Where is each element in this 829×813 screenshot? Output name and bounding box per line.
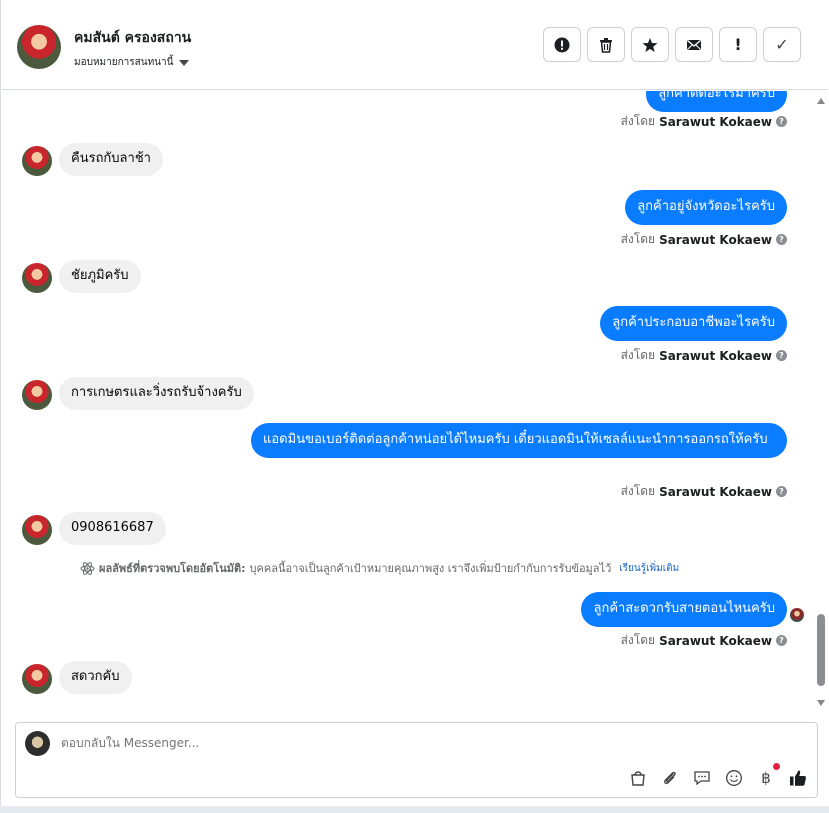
atom-icon: [80, 561, 95, 575]
incoming-message: การเกษตรและวิ่งรถรับจ้างครับ: [59, 377, 254, 410]
contact-avatar-small: [22, 146, 52, 176]
sent-by-agent: Sarawut Kokaew: [659, 633, 772, 648]
attachment-icon: [664, 771, 676, 785]
sent-by-label: ส่งโดย Sarawut Kokaew ?: [621, 112, 787, 131]
contact-avatar-small: [22, 664, 52, 694]
sent-by-agent: Sarawut Kokaew: [659, 232, 772, 247]
assign-label: มอบหมายการสนทนานี้: [74, 57, 174, 68]
seen-avatar: [790, 608, 804, 622]
report-spam-button[interactable]: [543, 27, 581, 62]
reply-composer: ฿: [15, 722, 818, 798]
message-text: ลูกค้าสะดวกรับสายตอนไหนครับ: [593, 601, 775, 616]
incoming-message: สดวกคับ: [59, 661, 132, 694]
incoming-message: 0908616687: [59, 512, 166, 545]
outgoing-message: แอดมินขอเบอร์ติดต่อลูกค้าหน่อยได้ไหมครับ…: [251, 423, 787, 458]
scroll-up-arrow-icon[interactable]: [817, 98, 825, 104]
star-icon: [642, 37, 658, 52]
message-text: ชัยภูมิครับ: [71, 268, 129, 283]
help-icon[interactable]: ?: [776, 116, 787, 127]
contact-name[interactable]: คมสันต์ ครองสถาน: [74, 27, 191, 49]
reply-input[interactable]: [61, 736, 661, 750]
message-text: ลูกค้าอยู่จังหวัดอะไรครับ: [637, 199, 775, 214]
payment-button[interactable]: ฿: [757, 763, 780, 787]
contact-avatar-small: [22, 263, 52, 293]
incoming-message: คืนรถกับลาช้า: [59, 143, 163, 176]
assign-conversation-dropdown[interactable]: มอบหมายการสนทนานี้: [74, 55, 190, 70]
help-icon[interactable]: ?: [776, 350, 787, 361]
check-icon: ✓: [775, 35, 789, 54]
sent-by-agent: Sarawut Kokaew: [659, 348, 772, 363]
sent-by-label: ส่งโดย Sarawut Kokaew ?: [621, 631, 787, 650]
message-text: ลูกค้าติดอะไรมาครับ: [658, 91, 775, 101]
saved-replies-icon: [631, 771, 645, 786]
like-icon: [790, 770, 806, 786]
conversation-header: คมสันต์ ครองสถาน มอบหมายการสนทนานี้ ! ✓: [2, 3, 828, 90]
learn-more-link[interactable]: เรียนรู้เพิ่มเติม: [619, 561, 679, 576]
sent-by-prefix: ส่งโดย: [620, 114, 656, 128]
envelope-icon: [687, 39, 701, 50]
sent-by-agent: Sarawut Kokaew: [659, 114, 772, 129]
sent-by-agent: Sarawut Kokaew: [659, 484, 772, 499]
star-button[interactable]: [631, 27, 669, 62]
help-icon[interactable]: ?: [776, 635, 787, 646]
help-icon[interactable]: ?: [776, 486, 787, 497]
outgoing-message: ลูกค้าประกอบอาชีพอะไรครับ: [600, 306, 787, 341]
header-actions: ! ✓: [543, 27, 801, 62]
scroll-down-arrow-icon[interactable]: [817, 700, 825, 706]
message-text: แอดมินขอเบอร์ติดต่อลูกค้าหน่อยได้ไหมครับ…: [263, 432, 768, 447]
outgoing-message: ลูกค้าอยู่จังหวัดอะไรครับ: [625, 190, 787, 225]
attachment-button[interactable]: [661, 769, 679, 787]
help-icon[interactable]: ?: [776, 234, 787, 245]
scrollbar-thumb[interactable]: [817, 614, 825, 686]
emoji-button[interactable]: [725, 769, 743, 787]
sent-by-prefix: ส่งโดย: [620, 484, 656, 498]
sent-by-prefix: ส่งโดย: [620, 633, 656, 647]
emoji-icon: [726, 770, 742, 786]
page-avatar: [25, 731, 50, 756]
contact-avatar-small: [22, 515, 52, 545]
trash-icon: [600, 37, 612, 53]
message-text: การเกษตรและวิ่งรถรับจ้างครับ: [71, 385, 242, 400]
sent-by-prefix: ส่งโดย: [620, 348, 656, 362]
message-icon: [694, 771, 710, 786]
caret-down-icon: [179, 59, 190, 66]
sent-by-label: ส่งโดย Sarawut Kokaew ?: [621, 482, 787, 501]
incoming-message: ชัยภูมิครับ: [59, 260, 141, 293]
composer-toolbar: ฿: [629, 763, 807, 787]
baht-payment-icon: ฿: [761, 769, 771, 787]
delete-button[interactable]: [587, 27, 625, 62]
detection-title: ผลลัพธ์ที่ตรวจพบโดยอัตโนมัติ:: [99, 562, 246, 575]
exclamation-circle-icon: [554, 37, 570, 52]
message-text: 0908616687: [71, 520, 154, 535]
sent-by-label: ส่งโดย Sarawut Kokaew ?: [621, 346, 787, 365]
exclamation-icon: !: [734, 35, 742, 54]
outgoing-message: ลูกค้าติดอะไรมาครับ: [646, 91, 787, 112]
outgoing-message: ลูกค้าสะดวกรับสายตอนไหนครับ: [581, 592, 787, 627]
contact-avatar-small: [22, 380, 52, 410]
like-button[interactable]: [789, 769, 807, 787]
contact-avatar[interactable]: [17, 25, 61, 69]
auto-detection-notice: ผลลัพธ์ที่ตรวจพบโดยอัตโนมัติ: บุคคลนี้อา…: [80, 559, 679, 577]
message-text: ลูกค้าประกอบอาชีพอะไรครับ: [612, 315, 775, 330]
saved-replies-button[interactable]: [629, 769, 647, 787]
notification-dot: [773, 763, 780, 770]
thread-scrollbar[interactable]: [816, 96, 826, 708]
inbox-conversation-panel: คมสันต์ ครองสถาน มอบหมายการสนทนานี้ ! ✓: [0, 0, 829, 813]
message-text: สดวกคับ: [71, 669, 120, 684]
mark-done-button[interactable]: ✓: [763, 27, 801, 62]
detection-text: บุคคลนี้อาจเป็นลูกค้าเป้าหมายคุณภาพสูง เ…: [249, 562, 612, 575]
message-text: คืนรถกับลาช้า: [71, 151, 151, 166]
message-template-button[interactable]: [693, 769, 711, 787]
follow-up-button[interactable]: !: [719, 27, 757, 62]
sent-by-prefix: ส่งโดย: [620, 232, 656, 246]
message-thread[interactable]: ลูกค้าติดอะไรมาครับ ส่งโดย Sarawut Kokae…: [2, 91, 828, 711]
mark-unread-button[interactable]: [675, 27, 713, 62]
window-bottom-strip: [0, 806, 829, 813]
sent-by-label: ส่งโดย Sarawut Kokaew ?: [621, 230, 787, 249]
